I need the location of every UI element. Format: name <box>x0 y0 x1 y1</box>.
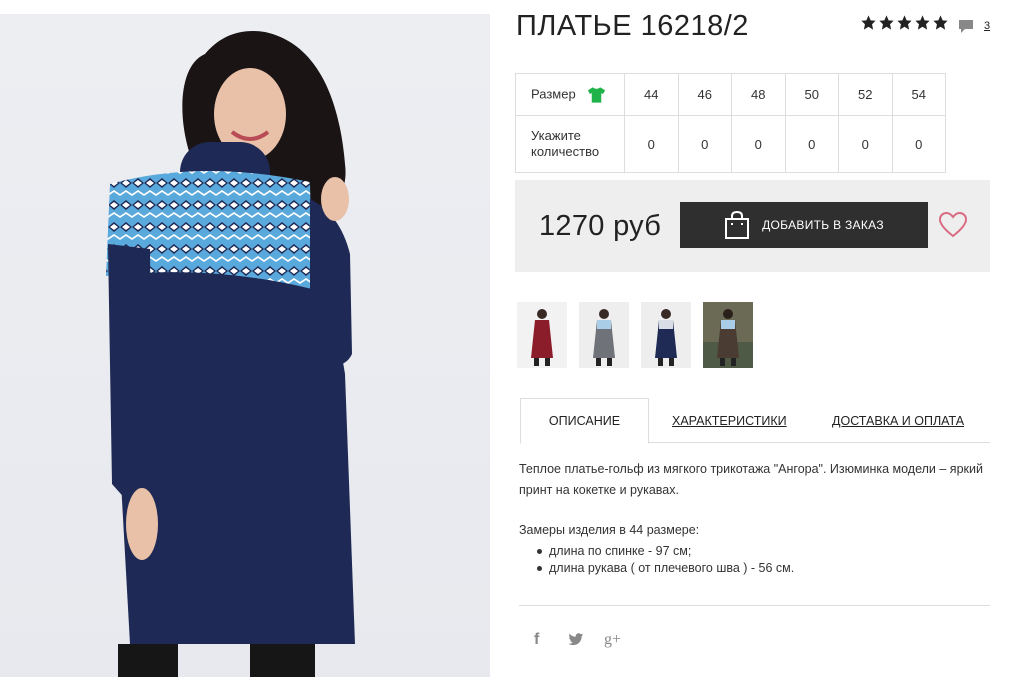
google-plus-share-icon[interactable]: g+ <box>604 631 621 649</box>
price-box: 1270 руб ДОБАВИТЬ В ЗАКАЗ <box>515 180 990 272</box>
measurement-item: длина рукава ( от плечевого шва ) - 56 с… <box>537 560 794 577</box>
size-row-label: Размер <box>515 73 625 116</box>
quantity-input-44[interactable]: 0 <box>624 115 679 173</box>
product-title: ПЛАТЬЕ 16218/2 <box>516 10 749 42</box>
shopping-bag-icon <box>725 210 750 239</box>
twitter-share-icon[interactable] <box>568 633 584 646</box>
star-icon <box>861 15 876 30</box>
tab-characteristics[interactable]: ХАРАКТЕРИСТИКИ <box>672 398 787 443</box>
quantity-input-50[interactable]: 0 <box>784 115 839 173</box>
price: 1270 руб <box>539 210 662 242</box>
quantity-input-48[interactable]: 0 <box>731 115 786 173</box>
size-44: 44 <box>624 73 679 116</box>
divider <box>519 605 990 606</box>
size-quantity-table: Размер 44 46 48 50 52 54 Укажите количес… <box>515 73 946 173</box>
thumbnail-image <box>703 302 753 368</box>
star-icon <box>933 15 948 30</box>
measurements-list: длина по спинке - 97 см; длина рукава ( … <box>537 543 794 577</box>
star-icon <box>897 15 912 30</box>
add-to-order-label: ДОБАВИТЬ В ЗАКАЗ <box>762 218 884 232</box>
product-main-photo[interactable] <box>0 14 490 677</box>
star-icon <box>915 15 930 30</box>
size-50: 50 <box>784 73 839 116</box>
thumbnail-burgundy[interactable] <box>517 302 567 368</box>
thumbnail-image <box>579 302 629 368</box>
quantity-row-label: Укажите количество <box>515 115 625 173</box>
tab-delivery-payment[interactable]: ДОСТАВКА И ОПЛАТА <box>832 398 964 443</box>
review-count-link[interactable]: 3 <box>984 20 990 32</box>
heart-icon[interactable] <box>939 212 967 238</box>
size-48: 48 <box>731 73 786 116</box>
dress-model-illustration <box>106 30 355 677</box>
thumbnail-brown[interactable] <box>703 302 753 368</box>
size-46: 46 <box>677 73 732 116</box>
facebook-share-icon[interactable]: f <box>534 631 539 649</box>
tab-description[interactable]: ОПИСАНИЕ <box>520 398 649 444</box>
size-label: Размер <box>531 85 576 101</box>
thumbnail-image <box>641 302 691 368</box>
quantity-input-46[interactable]: 0 <box>677 115 732 173</box>
product-description: Теплое платье-гольф из мягкого трикотажа… <box>519 462 983 497</box>
quantity-input-54[interactable]: 0 <box>891 115 946 173</box>
size-52: 52 <box>838 73 893 116</box>
star-icon <box>879 15 894 30</box>
shirt-size-guide-icon[interactable] <box>587 86 606 104</box>
thumbnail-navy[interactable] <box>641 302 691 368</box>
thumbnail-grey[interactable] <box>579 302 629 368</box>
product-info-tabs: ОПИСАНИЕ ХАРАКТЕРИСТИКИ ДОСТАВКА И ОПЛАТ… <box>520 398 990 444</box>
measurements-title: Замеры изделия в 44 размере: <box>519 523 700 537</box>
comment-icon[interactable] <box>958 19 974 34</box>
rating-stars[interactable] <box>860 14 949 31</box>
measurement-item: длина по спинке - 97 см; <box>537 543 794 560</box>
thumbnail-gallery <box>517 302 753 368</box>
size-54: 54 <box>891 73 946 116</box>
add-to-order-button[interactable]: ДОБАВИТЬ В ЗАКАЗ <box>680 202 928 248</box>
thumbnail-image <box>517 302 567 368</box>
quantity-input-52[interactable]: 0 <box>838 115 893 173</box>
